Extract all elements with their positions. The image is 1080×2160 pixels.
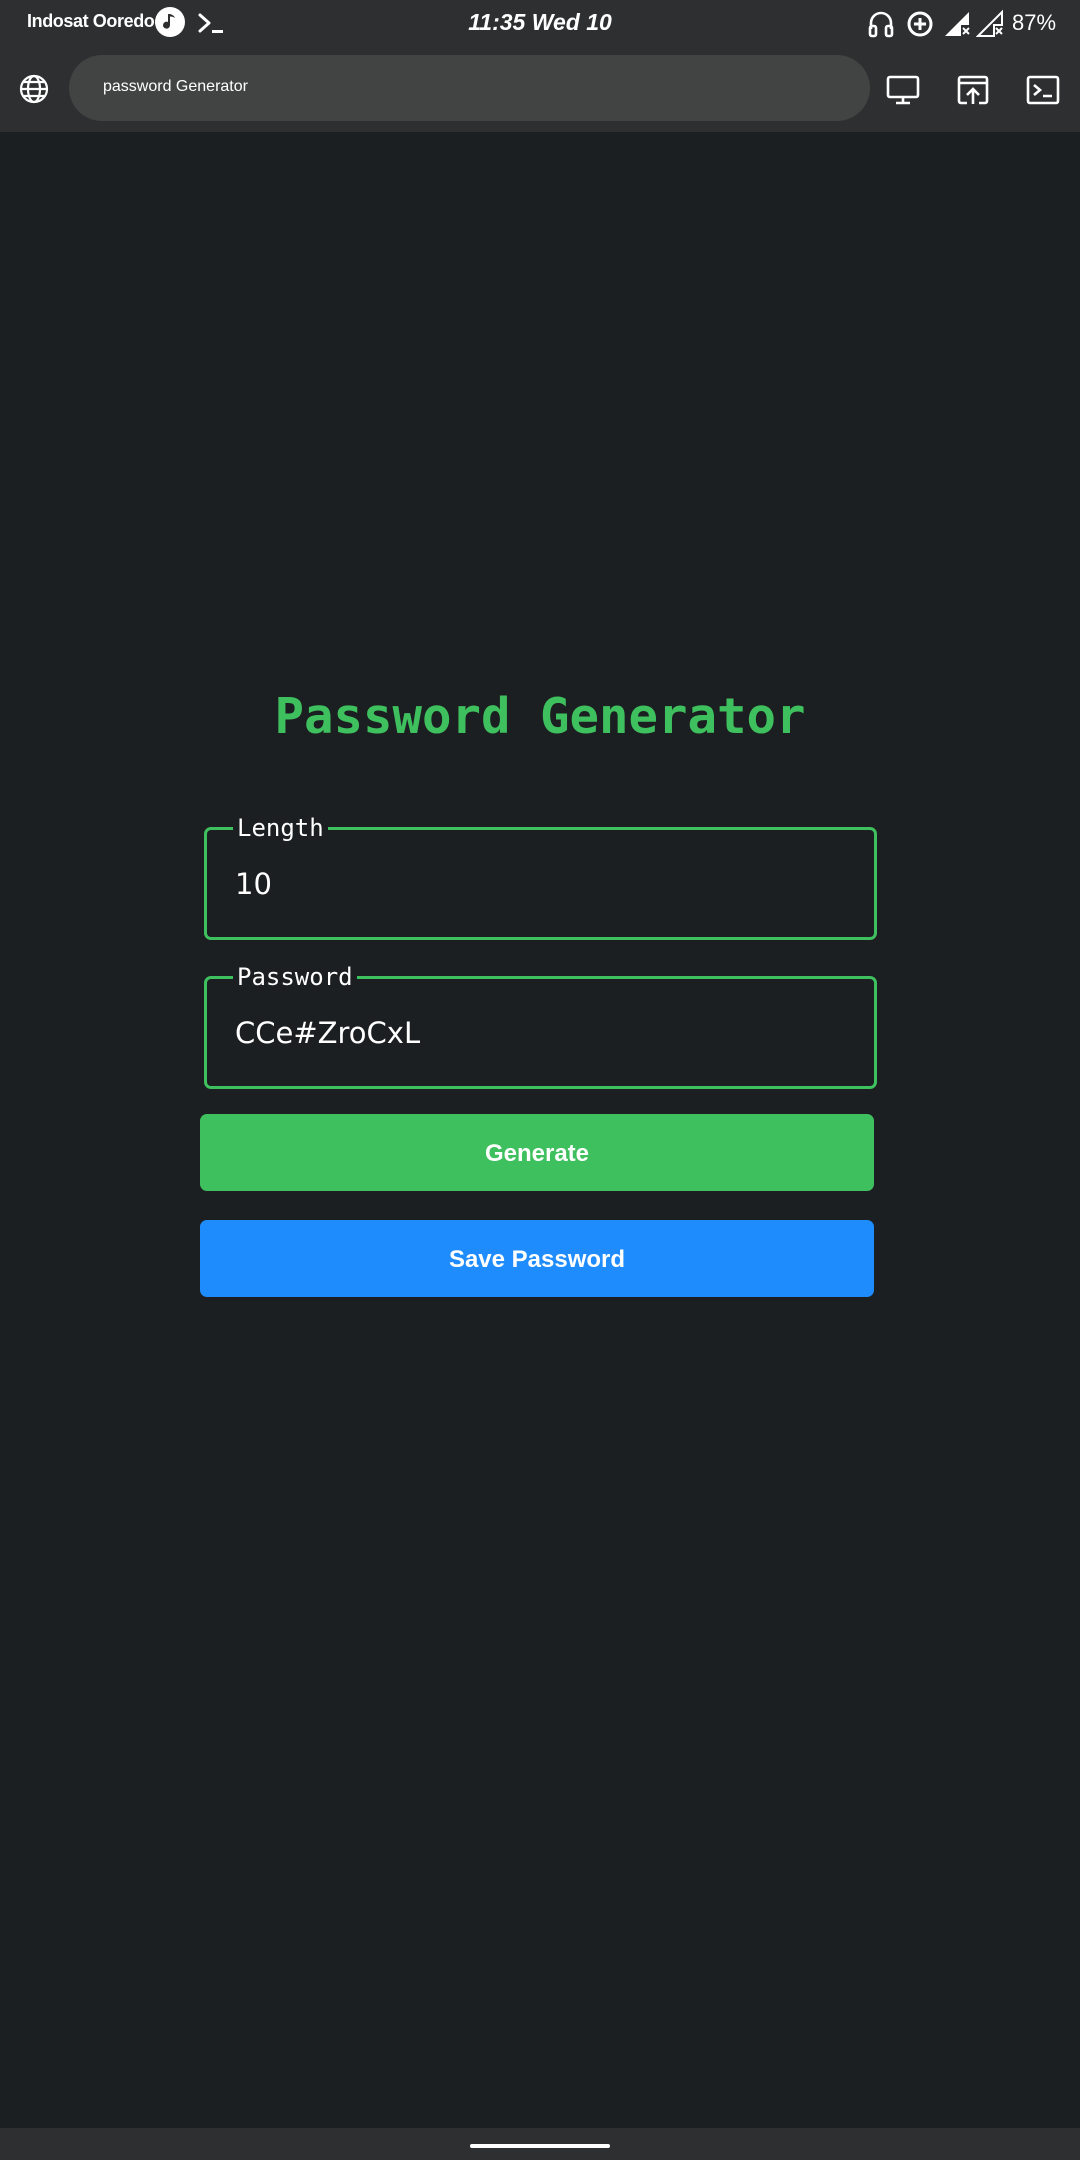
terminal-toolbar-icon[interactable] [1025, 72, 1061, 108]
save-password-button[interactable]: Save Password [200, 1220, 874, 1297]
browser-toolbar: password Generator [0, 48, 1080, 132]
length-field: Length [204, 816, 877, 940]
battery-level: 87% [1012, 10, 1057, 35]
generate-button[interactable]: Generate [200, 1114, 874, 1191]
headphones-icon [866, 9, 896, 39]
url-bar[interactable]: password Generator [69, 55, 870, 121]
navigation-bar [0, 2128, 1080, 2160]
password-label: Password [233, 965, 357, 989]
status-bar: Indosat Ooredoo 11:35 Wed 10 87% [0, 0, 1080, 48]
open-in-app-icon[interactable] [955, 72, 991, 108]
desktop-icon[interactable] [885, 72, 921, 108]
url-text: password Generator [103, 78, 248, 95]
data-saver-icon [905, 9, 935, 39]
signal-icon [943, 9, 973, 39]
length-label: Length [233, 816, 328, 840]
password-input[interactable] [235, 1011, 845, 1055]
globe-icon[interactable] [17, 72, 51, 106]
home-handle[interactable] [470, 2144, 610, 2148]
signal-icon-2 [975, 9, 1006, 39]
page-title: Password Generator [274, 688, 806, 745]
password-field: Password [204, 965, 877, 1089]
length-input[interactable] [235, 862, 845, 906]
